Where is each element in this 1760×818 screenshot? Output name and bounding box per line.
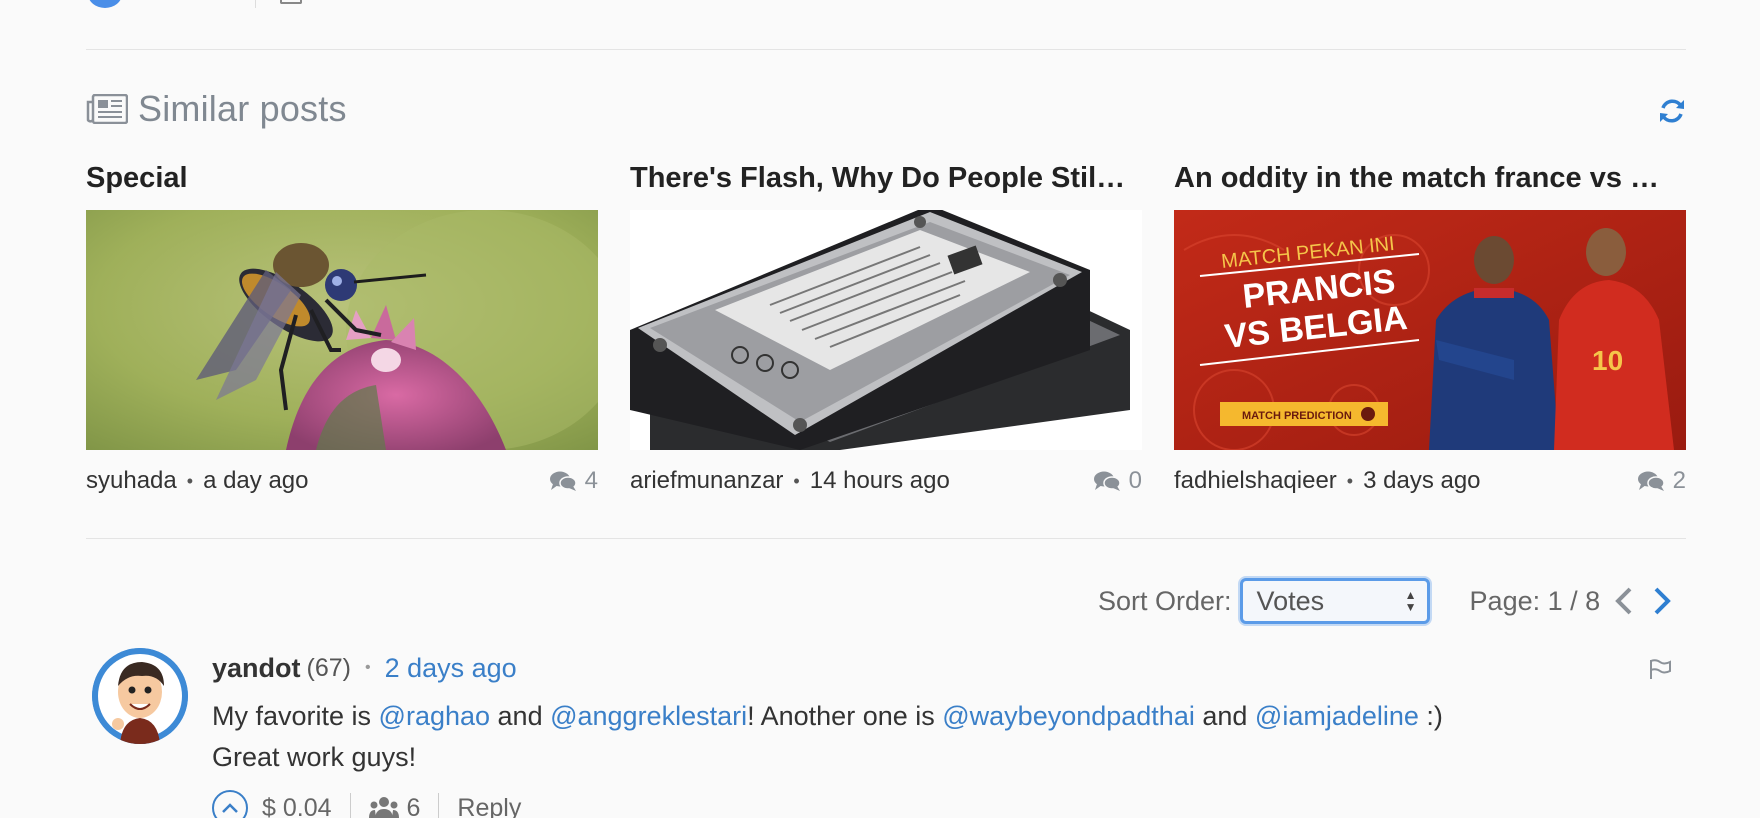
comment-line-1: My favorite is @raghao and @anggreklesta…: [212, 696, 1672, 737]
upvote-button[interactable]: [212, 790, 248, 818]
refresh-icon[interactable]: [1657, 96, 1687, 126]
comments-count[interactable]: 4: [549, 467, 598, 495]
hard-disk-drives-image: [630, 210, 1142, 450]
top-divider: [255, 0, 256, 8]
comment-time[interactable]: 2 days ago: [385, 653, 517, 684]
comments-number: 2: [1672, 467, 1686, 494]
cartoon-avatar-image: [92, 648, 188, 744]
select-arrows-icon: ▲ ▼: [1404, 588, 1417, 614]
sort-order-label: Sort Order:: [1098, 585, 1232, 616]
voters-icon: [368, 797, 399, 818]
next-page-icon[interactable]: [1648, 581, 1676, 621]
post-author[interactable]: syuhada: [86, 467, 177, 495]
comment-line-2: Great work guys!: [212, 742, 417, 772]
post-meta: fadhielshaqieer • 3 days ago 2: [1174, 466, 1686, 496]
similar-posts-title: Similar posts: [138, 88, 347, 129]
comment-text: My favorite is @raghao and @anggreklesta…: [212, 696, 1672, 778]
similar-posts-list: Special syuhada • a day ago 4 There's Fl…: [86, 158, 1686, 496]
post-author[interactable]: ariefmunanzar: [630, 467, 783, 495]
mention-link[interactable]: @raghao: [379, 701, 490, 731]
sort-order-select[interactable]: Votes ▲ ▼: [1239, 578, 1430, 624]
insect-on-flower-image: [86, 210, 598, 450]
similar-post-card[interactable]: Special syuhada • a day ago 4: [86, 158, 598, 496]
comment-body: yandot (67) • 2 days ago My favorite is …: [212, 648, 1672, 778]
jersey-number: 10: [1592, 345, 1623, 376]
post-time: 3 days ago: [1363, 467, 1481, 494]
page-indicator: Page: 1 / 8: [1469, 585, 1601, 616]
text-segment: and: [1194, 701, 1255, 731]
comment-header: yandot (67) • 2 days ago: [212, 648, 1672, 688]
banner-button-text: MATCH PREDICTION: [1242, 410, 1352, 422]
action-separator: [438, 793, 440, 818]
mention-link[interactable]: @waybeyondpadthai: [942, 701, 1195, 731]
meta-separator: •: [186, 470, 194, 491]
football-banner-image: MATCH PEKAN INI PRANCIS VS BELGIA MATCH …: [1174, 210, 1686, 450]
author-reputation: (67): [306, 653, 351, 682]
similar-post-card[interactable]: An oddity in the match france vs … MATCH…: [1174, 158, 1686, 496]
text-segment: :): [1418, 701, 1443, 731]
comments-number: 4: [584, 467, 598, 494]
post-time: 14 hours ago: [809, 467, 950, 494]
post-meta: ariefmunanzar • 14 hours ago 0: [630, 466, 1142, 496]
chevron-up-icon: [222, 803, 238, 813]
comments-number: 0: [1128, 467, 1142, 494]
text-segment: My favorite is: [212, 701, 379, 731]
action-separator: [349, 793, 351, 818]
text-segment: ! Another one is: [747, 701, 943, 731]
post-author[interactable]: fadhielshaqieer: [1174, 467, 1337, 495]
sort-selected-value: Votes: [1256, 585, 1325, 616]
similar-post-card[interactable]: There's Flash, Why Do People Stil… arief…: [630, 158, 1142, 496]
post-thumbnail[interactable]: MATCH PEKAN INI PRANCIS VS BELGIA MATCH …: [1174, 210, 1686, 450]
meta-separator: •: [364, 659, 371, 676]
post-thumbnail[interactable]: [86, 210, 598, 450]
mention-link[interactable]: @iamjadeline: [1255, 701, 1419, 731]
comment-actions: $ 0.04 6 Reply: [212, 788, 521, 818]
post-meta: syuhada • a day ago 4: [86, 466, 598, 496]
top-avatar[interactable]: [88, 0, 122, 8]
top-divider-line: [86, 49, 1686, 50]
post-time: a day ago: [203, 467, 309, 494]
section-divider: [86, 538, 1686, 539]
comments-icon: [549, 471, 577, 491]
post-thumbnail[interactable]: [630, 210, 1142, 450]
similar-posts-header: Similar posts: [86, 86, 347, 132]
page: Similar posts Special syuhada • a day ag…: [0, 0, 1760, 818]
meta-separator: •: [793, 470, 800, 491]
comments-count[interactable]: 0: [1093, 467, 1142, 495]
comment-author[interactable]: yandot: [212, 653, 301, 684]
newspaper-icon: [86, 94, 128, 124]
prev-page-icon[interactable]: [1610, 581, 1638, 621]
tray-icon[interactable]: [280, 0, 302, 4]
comments-toolbar: Sort Order: Votes ▲ ▼ Page: 1 / 8: [1098, 578, 1676, 624]
mention-link[interactable]: @anggreklestari: [550, 701, 747, 731]
flag-icon[interactable]: [1648, 658, 1672, 680]
reply-button[interactable]: Reply: [457, 794, 521, 818]
meta-separator: •: [1346, 470, 1354, 491]
voters-count[interactable]: 6: [407, 794, 421, 818]
comments-count[interactable]: 2: [1637, 467, 1686, 495]
post-title[interactable]: There's Flash, Why Do People Stil…: [630, 158, 1142, 198]
post-title[interactable]: An oddity in the match france vs …: [1174, 158, 1686, 198]
text-segment: and: [490, 701, 551, 731]
post-title[interactable]: Special: [86, 158, 598, 198]
payout-value[interactable]: $ 0.04: [262, 794, 332, 818]
comments-icon: [1093, 471, 1121, 491]
comments-icon: [1637, 471, 1665, 491]
avatar[interactable]: [92, 648, 188, 744]
